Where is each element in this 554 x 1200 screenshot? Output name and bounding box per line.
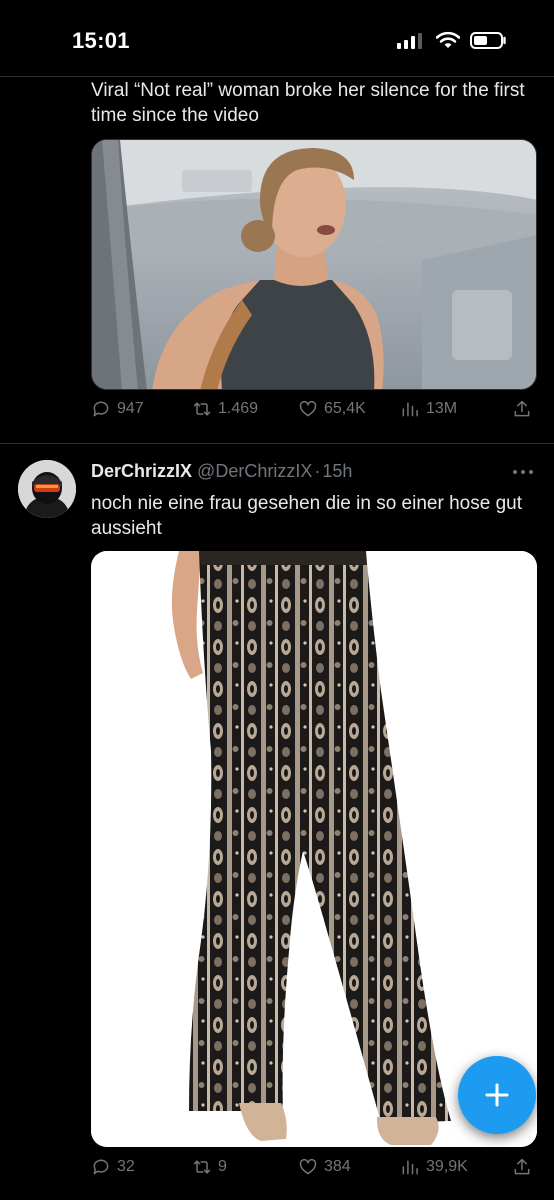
reply-icon <box>93 401 109 417</box>
status-bar: 15:01 <box>0 0 554 76</box>
reply-count: 947 <box>117 400 144 417</box>
tweet-header: DerChrizzIX @DerChrizzIX · 15h <box>91 459 511 483</box>
airplane-photo <box>92 140 536 389</box>
retweet-icon <box>193 1160 211 1174</box>
tweet-text: noch nie eine frau gesehen die in so ein… <box>91 493 522 539</box>
like-button[interactable]: 65,4K <box>298 399 366 419</box>
retweet-count: 1.469 <box>218 400 259 417</box>
views-count: 39,9K <box>426 1158 468 1175</box>
avatar[interactable] <box>18 460 76 518</box>
more-options-icon[interactable] <box>512 468 534 476</box>
retweet-count: 9 <box>218 1158 227 1175</box>
tweet-text: Viral “Not real” woman broke her silence… <box>91 80 525 126</box>
avatar-image <box>18 460 76 518</box>
status-time: 15:01 <box>72 28 130 53</box>
views-button[interactable]: 39,9K <box>400 1157 468 1177</box>
retweet-button[interactable]: 1.469 <box>192 399 258 419</box>
divider <box>0 443 554 444</box>
reply-button[interactable]: 32 <box>91 1157 135 1177</box>
like-button[interactable]: 384 <box>298 1157 351 1177</box>
tweet-timestamp[interactable]: 15h <box>322 461 352 481</box>
divider <box>0 76 554 77</box>
views-icon <box>402 402 418 417</box>
display-name[interactable]: DerChrizzIX <box>91 461 192 481</box>
user-handle[interactable]: @DerChrizzIX <box>197 461 312 481</box>
compose-button[interactable] <box>458 1056 536 1134</box>
like-count: 384 <box>324 1158 351 1175</box>
separator-dot: · <box>314 461 321 481</box>
heart-icon <box>299 1158 317 1175</box>
reply-icon <box>93 1159 109 1175</box>
share-icon <box>514 1158 530 1175</box>
retweet-icon <box>193 402 211 416</box>
views-icon <box>402 1160 418 1175</box>
heart-icon <box>299 400 317 417</box>
share-button[interactable] <box>512 399 532 419</box>
tweet-photo[interactable] <box>91 551 537 1147</box>
tweet-actions: 32 9 384 39,9K <box>91 1157 537 1183</box>
wifi-icon <box>436 31 460 48</box>
share-button[interactable] <box>512 1157 532 1177</box>
like-count: 65,4K <box>324 400 366 417</box>
cellular-signal-icon <box>397 33 422 49</box>
views-count: 13M <box>426 400 458 417</box>
share-icon <box>514 400 530 417</box>
reply-button[interactable]: 947 <box>91 399 144 419</box>
plus-icon <box>485 1083 509 1107</box>
battery-icon <box>470 32 506 49</box>
pants-photo <box>91 551 537 1147</box>
reply-count: 32 <box>117 1158 135 1175</box>
retweet-button[interactable]: 9 <box>192 1157 227 1177</box>
views-button[interactable]: 13M <box>400 399 457 419</box>
tweet-photo[interactable] <box>91 139 537 390</box>
tweet-actions: 947 1.469 65,4K 13M <box>91 399 537 425</box>
